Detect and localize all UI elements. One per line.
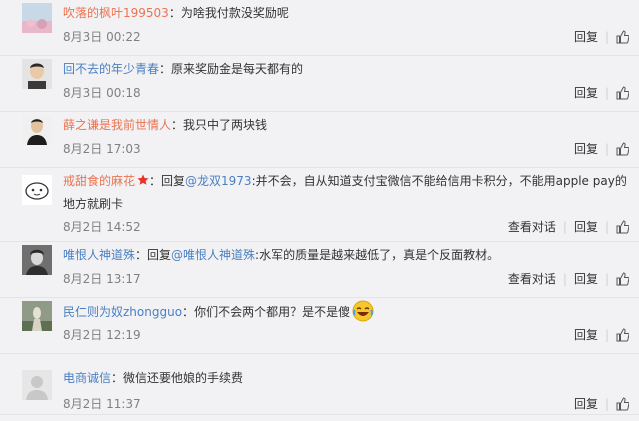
username-link[interactable]: 薛之谦是我前世情人 — [63, 118, 171, 132]
username-link[interactable]: 回不去的年少青春 — [63, 62, 159, 76]
reply-prefix: ：回复 — [149, 174, 186, 188]
avatar-image — [22, 3, 52, 33]
like-thumb-icon[interactable] — [616, 219, 630, 234]
mention-link[interactable]: @唯恨人神道殊 — [171, 248, 255, 262]
reply-prefix: ：回复 — [135, 248, 172, 262]
reply-button[interactable]: 回复 — [574, 28, 598, 45]
comment-item: 回不去的年少青春：原来奖励金是每天都有的 8月3日 00:18 回复 | — [0, 56, 639, 112]
like-thumb-icon[interactable] — [616, 271, 630, 286]
separator-text: ： — [182, 305, 195, 319]
comment-time: 8月2日 14:52 — [63, 220, 141, 234]
action-divider: | — [604, 219, 609, 234]
comment-item: 戒甜食的麻花 ：回复@龙双1973:并不会，自从知道支付宝微信不能给信用卡积分，不… — [0, 168, 639, 242]
mention-link[interactable]: @龙双1973 — [185, 174, 252, 188]
username-link[interactable]: 吹落的枫叶199503 — [63, 6, 169, 20]
comment-text: 微信还要他娘的手续费 — [123, 371, 244, 385]
comment-text: :水军的质量是越来越低了，真是个反面教材。 — [255, 248, 500, 262]
view-conversation-button[interactable]: 查看对话 — [508, 218, 556, 235]
separator-text: ： — [171, 118, 184, 132]
reply-button[interactable]: 回复 — [574, 395, 598, 412]
like-thumb-icon[interactable] — [616, 29, 630, 44]
action-divider: | — [604, 141, 609, 156]
avatar-image — [22, 115, 52, 145]
comment-text: 我只中了两块钱 — [183, 118, 268, 132]
avatar[interactable] — [22, 301, 52, 331]
comment-item: 吹落的枫叶199503：为啥我付款没奖励呢 8月3日 00:22 回复 | — [0, 0, 639, 56]
avatar[interactable] — [22, 370, 52, 400]
avatar-image — [22, 370, 52, 400]
comment-item: 唯恨人神道殊：回复@唯恨人神道殊:水军的质量是越来越低了，真是个反面教材。 8月… — [0, 242, 639, 298]
reply-button[interactable]: 回复 — [574, 140, 598, 157]
avatar-image — [22, 59, 52, 89]
comment-item: 薛之谦是我前世情人：我只中了两块钱 8月2日 17:03 回复 | — [0, 112, 639, 168]
comment-time: 8月2日 17:03 — [63, 142, 141, 156]
reply-button[interactable]: 回复 — [574, 270, 598, 287]
comment-time: 8月2日 11:37 — [63, 397, 141, 411]
comment-time: 8月2日 12:19 — [63, 328, 141, 342]
avatar[interactable] — [22, 175, 52, 205]
like-thumb-icon[interactable] — [616, 85, 630, 100]
comment-time: 8月2日 13:17 — [63, 272, 141, 286]
star-badge-icon — [137, 171, 149, 185]
laugh-cry-emoji-icon — [352, 300, 374, 322]
like-thumb-icon[interactable] — [616, 327, 630, 342]
avatar[interactable] — [22, 245, 52, 275]
view-conversation-button[interactable]: 查看对话 — [508, 270, 556, 287]
username-link[interactable]: 戒甜食的麻花 — [63, 174, 135, 188]
separator-text: ： — [159, 62, 172, 76]
avatar[interactable] — [22, 59, 52, 89]
action-divider: | — [604, 396, 609, 411]
like-thumb-icon[interactable] — [616, 396, 630, 411]
reply-button[interactable]: 回复 — [574, 218, 598, 235]
comment-text: 为啥我付款没奖励呢 — [180, 6, 289, 20]
action-divider: | — [604, 327, 609, 342]
comment-text: 原来奖励金是每天都有的 — [171, 62, 304, 76]
reply-button[interactable]: 回复 — [574, 84, 598, 101]
comment-item: 民仁则为奴zhongguo：你们不会两个都用？是不是傻 8月2日 12:19 回… — [0, 298, 639, 354]
like-thumb-icon[interactable] — [616, 141, 630, 156]
comment-item: 电商诚信：微信还要他娘的手续费 8月2日 11:37 回复 | — [0, 354, 639, 415]
comment-time: 8月3日 00:22 — [63, 30, 141, 44]
action-divider: | — [604, 85, 609, 100]
avatar-image — [22, 175, 52, 205]
action-divider: | — [562, 271, 567, 286]
comment-text: 你们不会两个都用？是不是傻 — [194, 305, 351, 319]
avatar[interactable] — [22, 115, 52, 145]
avatar-image — [22, 245, 52, 275]
separator-text: ： — [168, 6, 181, 20]
action-divider: | — [604, 29, 609, 44]
avatar-image — [22, 301, 52, 331]
comment-time: 8月3日 00:18 — [63, 86, 141, 100]
username-link[interactable]: 唯恨人神道殊 — [63, 248, 135, 262]
username-link[interactable]: 民仁则为奴zhongguo — [63, 305, 182, 319]
separator-text: ： — [111, 371, 124, 385]
avatar[interactable] — [22, 3, 52, 33]
comment-list: 吹落的枫叶199503：为啥我付款没奖励呢 8月3日 00:22 回复 | 回不… — [0, 0, 639, 421]
username-link[interactable]: 电商诚信 — [63, 371, 111, 385]
reply-button[interactable]: 回复 — [574, 326, 598, 343]
action-divider: | — [604, 271, 609, 286]
action-divider: | — [562, 219, 567, 234]
